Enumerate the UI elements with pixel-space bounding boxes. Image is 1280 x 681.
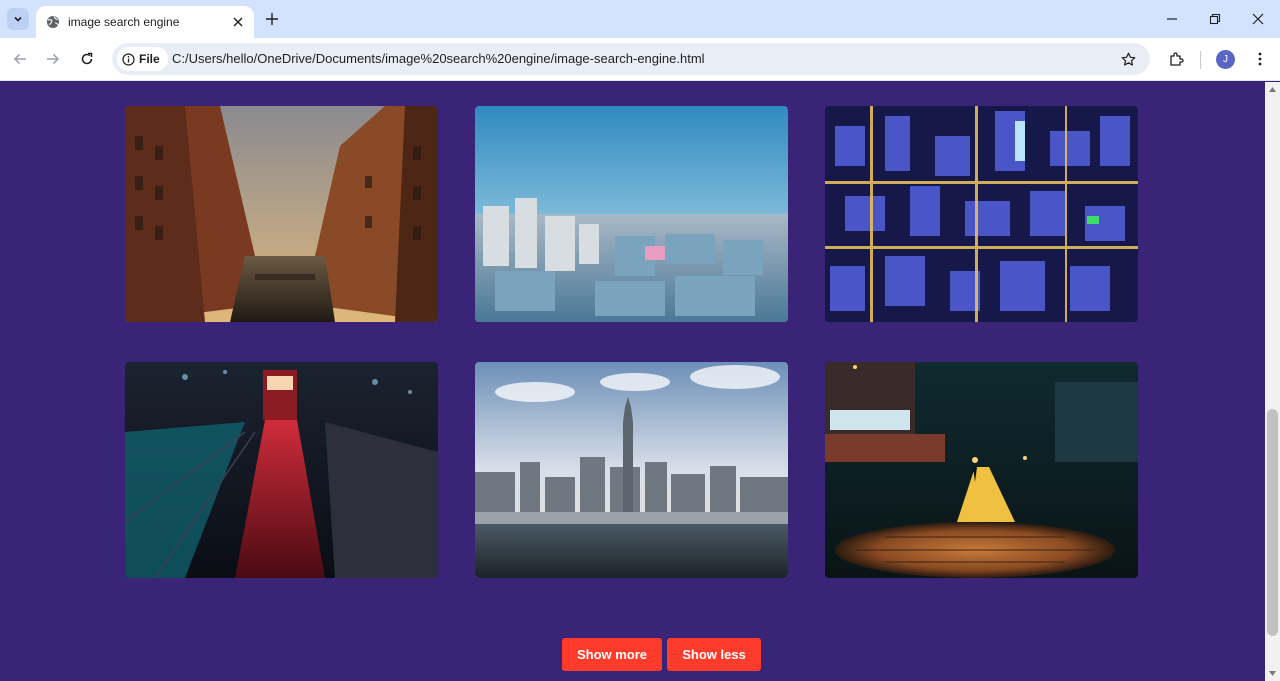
site-chip-label: File (139, 52, 160, 66)
arrow-right-icon (47, 53, 60, 65)
profile-avatar[interactable]: J (1216, 50, 1235, 69)
url-text[interactable]: C:/Users/hello/OneDrive/Documents/image%… (172, 51, 705, 66)
gallery-image-2[interactable] (475, 106, 788, 322)
gallery-image-6[interactable] (825, 362, 1138, 578)
gallery-image-3[interactable] (825, 106, 1138, 322)
tab-search-button[interactable] (7, 8, 29, 30)
more-vertical-icon (1258, 52, 1262, 66)
arrow-left-icon (13, 53, 26, 65)
night-city-aerial-photo (825, 106, 1138, 322)
city-dusk-photo (475, 106, 788, 322)
restore-icon (1209, 13, 1221, 25)
site-info-chip[interactable]: File (117, 47, 168, 71)
puzzle-icon (1170, 52, 1184, 66)
bookmark-button[interactable] (1118, 49, 1138, 69)
show-less-button[interactable]: Show less (667, 638, 761, 671)
show-more-button[interactable]: Show more (562, 638, 662, 671)
tab-strip: image search engine (0, 0, 1280, 38)
tab-title: image search engine (68, 15, 180, 29)
scroll-up-icon[interactable] (1268, 85, 1277, 94)
chevron-down-icon (14, 16, 22, 22)
gallery-image-1[interactable] (125, 106, 438, 322)
night-street-manhole-photo (825, 362, 1138, 578)
scroll-down-icon[interactable] (1268, 669, 1277, 678)
address-bar[interactable]: File C:/Users/hello/OneDrive/Documents/i… (112, 43, 1150, 75)
restore-button[interactable] (1206, 10, 1224, 28)
star-icon (1121, 52, 1135, 66)
globe-icon (47, 16, 59, 28)
gallery-image-4[interactable] (125, 362, 438, 578)
close-icon (233, 17, 243, 27)
gallery-image-5[interactable] (475, 362, 788, 578)
back-button[interactable] (10, 49, 30, 69)
browser-toolbar: File C:/Users/hello/OneDrive/Documents/i… (0, 38, 1280, 81)
minimize-icon (1167, 18, 1177, 20)
minimize-button[interactable] (1163, 10, 1181, 28)
forward-button[interactable] (43, 49, 63, 69)
reload-button[interactable] (77, 49, 97, 69)
extensions-button[interactable] (1166, 49, 1186, 69)
scrollbar-thumb[interactable] (1267, 409, 1278, 636)
info-icon (122, 52, 135, 66)
browser-tab[interactable]: image search engine (36, 6, 254, 38)
reload-icon (81, 52, 93, 65)
toolbar-divider (1200, 51, 1201, 69)
close-window-button[interactable] (1249, 10, 1267, 28)
close-icon (1252, 13, 1264, 25)
rainy-tram-street-photo (125, 362, 438, 578)
close-tab-button[interactable] (230, 14, 246, 30)
skyline-river-photo (475, 362, 788, 578)
plus-icon (266, 13, 278, 25)
page-viewport: Show more Show less (0, 82, 1265, 681)
page-scrollbar[interactable] (1265, 82, 1280, 681)
new-tab-button[interactable] (263, 10, 281, 28)
browser-menu-button[interactable] (1250, 49, 1270, 69)
warehouse-canal-photo (125, 106, 438, 322)
